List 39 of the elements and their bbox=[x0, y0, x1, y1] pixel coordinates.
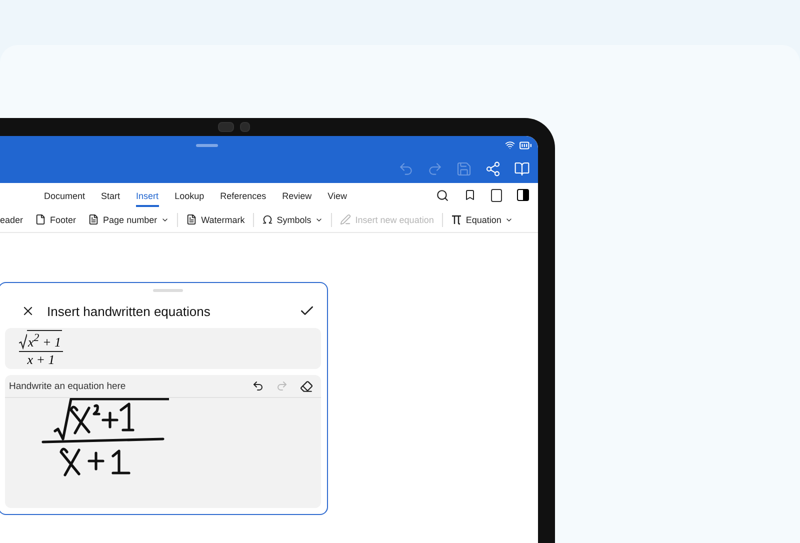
eraser-button[interactable] bbox=[300, 380, 313, 392]
toolbar-button[interactable]: Footer bbox=[35, 214, 76, 225]
pen-icon bbox=[340, 214, 352, 225]
document-icon bbox=[35, 214, 46, 225]
toolbar-button[interactable]: Equation bbox=[450, 214, 514, 225]
drag-handle[interactable] bbox=[196, 144, 218, 147]
ribbon-tab[interactable]: Document bbox=[44, 183, 86, 207]
camera-icon bbox=[240, 122, 250, 132]
pi-icon bbox=[450, 214, 462, 225]
search-icon[interactable] bbox=[436, 188, 449, 202]
radical-icon bbox=[19, 334, 27, 350]
page-count-icon[interactable] bbox=[491, 188, 502, 202]
document-icon bbox=[88, 214, 100, 225]
toolbar-button[interactable]: Page number bbox=[88, 214, 170, 225]
ribbon-tab[interactable]: Insert bbox=[136, 183, 159, 207]
undo-button[interactable] bbox=[252, 380, 264, 392]
bookmark-icon[interactable] bbox=[464, 189, 476, 201]
ribbon-tab[interactable]: Lookup bbox=[174, 183, 204, 207]
toolbar-button[interactable]: Watermark bbox=[186, 214, 245, 225]
denominator: x + 1 bbox=[27, 352, 55, 367]
omega-icon bbox=[262, 214, 273, 225]
sensor-icon bbox=[218, 122, 234, 132]
panel-toggle-icon[interactable] bbox=[517, 189, 529, 201]
ribbon-tab[interactable]: References bbox=[220, 183, 266, 207]
drag-handle[interactable] bbox=[153, 289, 183, 292]
toolbar-button[interactable]: eader bbox=[0, 214, 24, 224]
close-button[interactable] bbox=[21, 304, 35, 318]
share-button[interactable] bbox=[485, 160, 501, 178]
document-icon bbox=[186, 214, 198, 225]
book-button[interactable] bbox=[514, 160, 530, 178]
ribbon-tab[interactable]: Start bbox=[101, 183, 120, 207]
wifi-icon bbox=[505, 140, 515, 150]
panel-title: Insert handwritten equations bbox=[47, 304, 212, 318]
ribbon-tab[interactable]: View bbox=[328, 183, 347, 207]
ribbon-tab[interactable]: Review bbox=[282, 183, 312, 207]
numerator: x$^{2}$ + 1 bbox=[27, 330, 62, 350]
ink-area-hint: Handwrite an equation here bbox=[9, 380, 127, 392]
battery-icon bbox=[519, 138, 532, 152]
toolbar-button[interactable]: Symbols bbox=[262, 214, 324, 225]
